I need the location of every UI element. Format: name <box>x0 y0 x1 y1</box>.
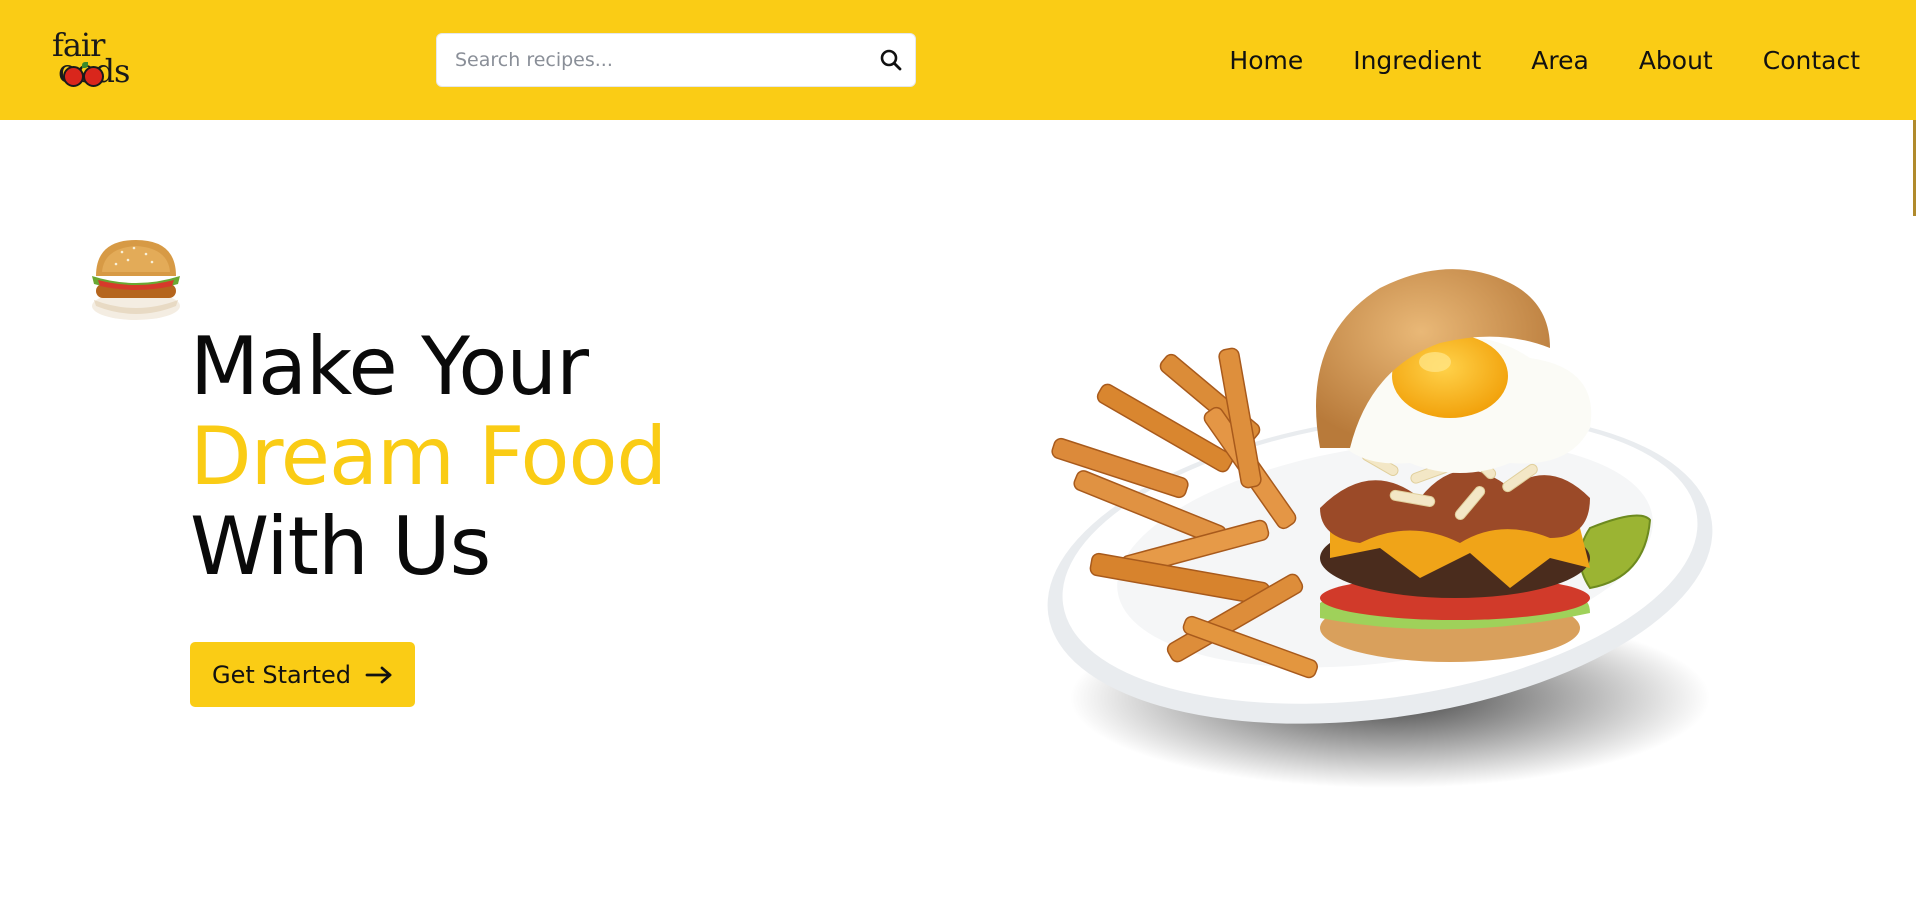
nav-home[interactable]: Home <box>1229 46 1303 75</box>
get-started-label: Get Started <box>211 660 352 689</box>
main-nav: Home Ingredient Area About Contact <box>1229 0 1860 120</box>
headline-line-3: With Us <box>190 500 491 593</box>
get-started-button[interactable]: Get Started <box>190 642 415 707</box>
nav-about[interactable]: About <box>1639 46 1713 75</box>
arrow-right-icon <box>365 666 392 683</box>
nav-area[interactable]: Area <box>1531 46 1589 75</box>
leaf-icon <box>82 62 88 68</box>
search-box <box>436 33 916 87</box>
nav-ingredient[interactable]: Ingredient <box>1353 46 1481 75</box>
tomato-icon <box>63 66 84 87</box>
search-icon[interactable] <box>879 48 903 72</box>
search-input[interactable] <box>455 34 855 86</box>
nav-contact[interactable]: Contact <box>1763 46 1860 75</box>
burger-fries-plate-image <box>1047 269 1713 788</box>
hero-headline: Make Your Dream Food With Us <box>190 320 667 593</box>
headline-line-1: Make Your <box>190 320 589 413</box>
tomato-icon <box>83 66 104 87</box>
brand-logo[interactable]: fair oods <box>50 26 150 92</box>
navbar: fair oods Home Ingredient Area About Con… <box>0 0 1916 120</box>
small-burger-image <box>92 240 180 320</box>
headline-line-2: Dream Food <box>190 410 667 503</box>
